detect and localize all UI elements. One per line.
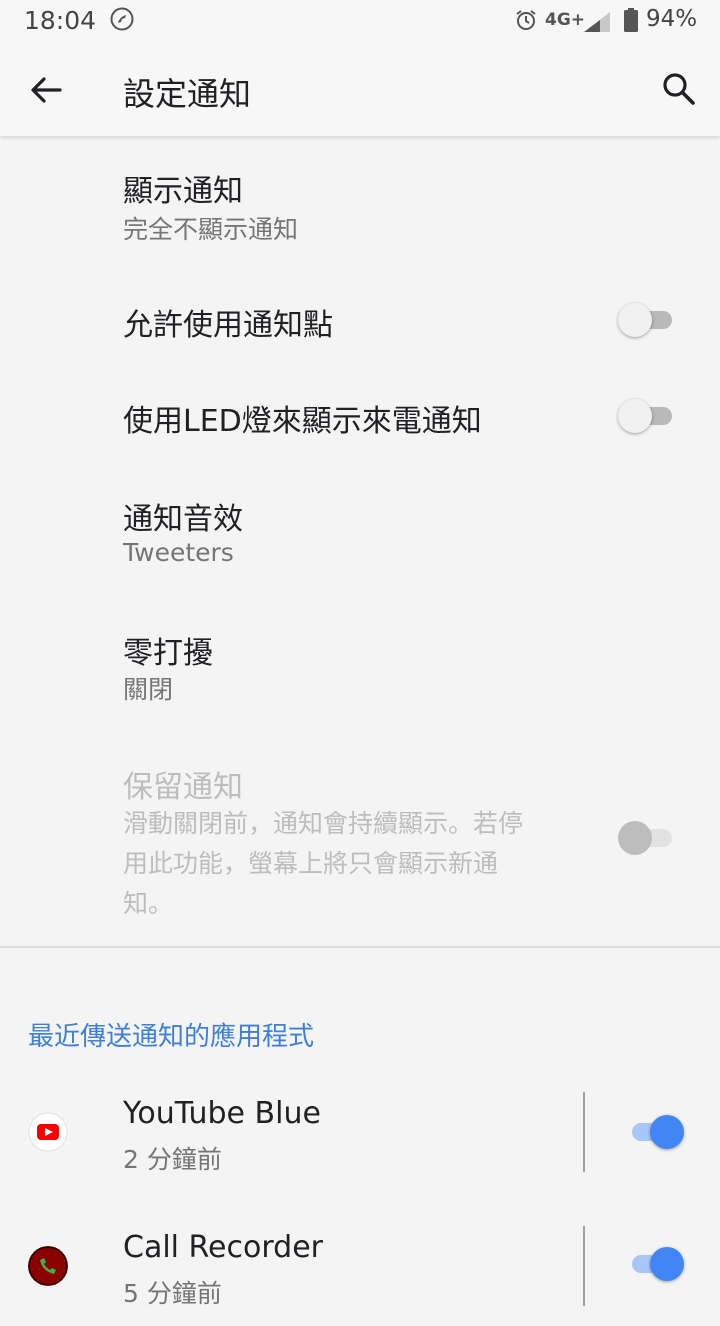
setting-title: 允許使用通知點 <box>123 308 333 343</box>
page-title: 設定通知 <box>123 75 252 113</box>
alarm-icon <box>516 10 536 30</box>
setting-subtitle-line: 滑動關閉前，通知會持續顯示。若停 <box>123 809 524 838</box>
setting-subtitle-line: 用此功能，螢幕上將只會顯示新通 <box>123 849 499 878</box>
status-time: 18:04 <box>24 6 97 35</box>
setting-led-call-notification[interactable]: 使用LED燈來顯示來電通知 <box>0 378 720 458</box>
battery-icon <box>624 8 638 32</box>
call-recorder-icon <box>28 1246 68 1286</box>
app-row-youtube-blue[interactable]: YouTube Blue 2 分鐘前 <box>0 1072 720 1192</box>
battery-percent: 94% <box>646 6 698 32</box>
call-recorder-toggle[interactable] <box>626 1246 686 1282</box>
setting-notification-dots[interactable]: 允許使用通知點 <box>0 280 720 360</box>
setting-show-notifications[interactable]: 顯示通知 完全不顯示通知 <box>0 150 720 260</box>
notification-dots-toggle[interactable] <box>618 302 678 338</box>
app-bar: 設定通知 <box>0 42 720 136</box>
row-separator <box>583 1092 585 1172</box>
search-icon[interactable] <box>658 68 700 110</box>
app-name: YouTube Blue <box>123 1096 321 1131</box>
app-time: 2 分鐘前 <box>123 1145 222 1174</box>
setting-keep-notifications: 保留通知 滑動關閉前，通知會持續顯示。若停 用此功能，螢幕上將只會顯示新通 知。 <box>0 748 720 928</box>
section-header-recent-apps: 最近傳送通知的應用程式 <box>28 1022 315 1052</box>
section-divider <box>0 946 720 948</box>
youtube-icon <box>28 1112 68 1152</box>
youtube-blue-toggle[interactable] <box>626 1114 686 1150</box>
call-status-icon <box>110 7 134 31</box>
app-name: Call Recorder <box>123 1230 323 1265</box>
network-type: 4G+ <box>545 10 586 30</box>
setting-subtitle: Tweeters <box>123 538 234 567</box>
arrow-back-icon[interactable] <box>26 70 66 110</box>
setting-do-not-disturb[interactable]: 零打擾 關閉 <box>0 612 720 722</box>
setting-title: 保留通知 <box>123 770 243 805</box>
setting-subtitle-line: 知。 <box>123 889 174 918</box>
keep-notifications-toggle <box>618 820 678 856</box>
led-notification-toggle[interactable] <box>618 398 678 434</box>
signal-icon <box>584 12 610 32</box>
app-time: 5 分鐘前 <box>123 1279 222 1308</box>
setting-title: 使用LED燈來顯示來電通知 <box>123 404 482 439</box>
row-separator <box>583 1226 585 1306</box>
status-bar: 18:04 4G+ 94% <box>0 0 720 42</box>
setting-title: 顯示通知 <box>123 174 243 209</box>
setting-subtitle: 關閉 <box>123 675 174 704</box>
setting-subtitle: 完全不顯示通知 <box>123 215 299 244</box>
setting-title: 零打擾 <box>123 636 213 671</box>
app-row-call-recorder[interactable]: Call Recorder 5 分鐘前 <box>0 1206 720 1326</box>
setting-title: 通知音效 <box>123 502 243 537</box>
setting-notification-sound[interactable]: 通知音效 Tweeters <box>0 478 720 588</box>
